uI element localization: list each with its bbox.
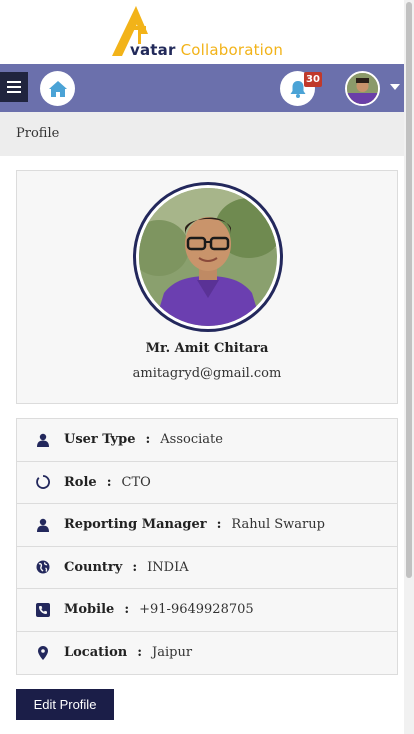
phone-icon — [36, 602, 50, 617]
detail-row-country: Country : INDIA — [17, 547, 397, 589]
detail-label: Role — [64, 474, 97, 490]
globe-icon — [36, 560, 50, 574]
detail-value: Jaipur — [152, 645, 193, 661]
map-marker-icon — [36, 645, 50, 660]
home-icon — [48, 80, 67, 97]
hamburger-icon — [7, 81, 21, 83]
profile-email: amitagryd@gmail.com — [132, 366, 282, 381]
scrollbar-thumb[interactable] — [406, 2, 412, 578]
detail-row-reporting-manager: Reporting Manager : Rahul Swarup — [17, 504, 397, 547]
avatar-photo — [347, 73, 378, 104]
profile-photo-image — [139, 188, 277, 326]
breadcrumb: Profile — [0, 112, 404, 156]
detail-separator: : — [132, 559, 138, 575]
brand-name: vatar Collaboration — [130, 41, 283, 59]
detail-label: Reporting Manager — [64, 517, 207, 533]
detail-separator: : — [145, 432, 151, 448]
home-button[interactable] — [40, 71, 75, 106]
detail-label: Country — [64, 559, 123, 575]
detail-separator: : — [124, 602, 130, 618]
detail-separator: : — [106, 474, 112, 490]
detail-label: Location — [64, 645, 128, 661]
user-avatar[interactable] — [345, 71, 380, 106]
detail-row-user-type: User Type : Associate — [17, 419, 397, 462]
detail-label: User Type — [64, 432, 136, 448]
detail-value: +91-9649928705 — [139, 602, 254, 618]
detail-value: Rahul Swarup — [231, 517, 325, 533]
profile-card: Mr. Amit Chitara amitagryd@gmail.com — [16, 170, 398, 404]
page-title: Profile — [16, 126, 60, 141]
user-icon — [36, 433, 50, 447]
profile-photo-frame — [133, 182, 283, 332]
caret-down-icon[interactable] — [390, 84, 400, 90]
edit-profile-button[interactable]: Edit Profile — [16, 689, 114, 720]
brand-name-main: vatar — [130, 41, 176, 59]
notification-count-badge: 30 — [304, 72, 322, 87]
detail-row-mobile: Mobile : +91-9649928705 — [17, 589, 397, 632]
detail-value: INDIA — [147, 559, 189, 575]
brand-logo[interactable]: vatar Collaboration — [108, 4, 308, 60]
brand-name-sub: Collaboration — [180, 41, 284, 59]
profile-details-list: User Type : Associate Role : CTO Reporti… — [16, 418, 398, 675]
circle-notch-icon — [36, 475, 50, 490]
detail-row-role: Role : CTO — [17, 462, 397, 504]
detail-row-location: Location : Jaipur — [17, 632, 397, 675]
detail-value: CTO — [121, 474, 151, 490]
detail-value: Associate — [160, 432, 223, 448]
user-icon — [36, 518, 50, 532]
detail-separator: : — [216, 517, 222, 533]
detail-label: Mobile — [64, 602, 115, 618]
logo-bar: vatar Collaboration — [0, 0, 404, 64]
profile-name: Mr. Amit Chitara — [145, 341, 269, 356]
detail-separator: : — [137, 645, 143, 661]
profile-photo — [139, 188, 277, 326]
menu-toggle-button[interactable] — [0, 72, 28, 102]
